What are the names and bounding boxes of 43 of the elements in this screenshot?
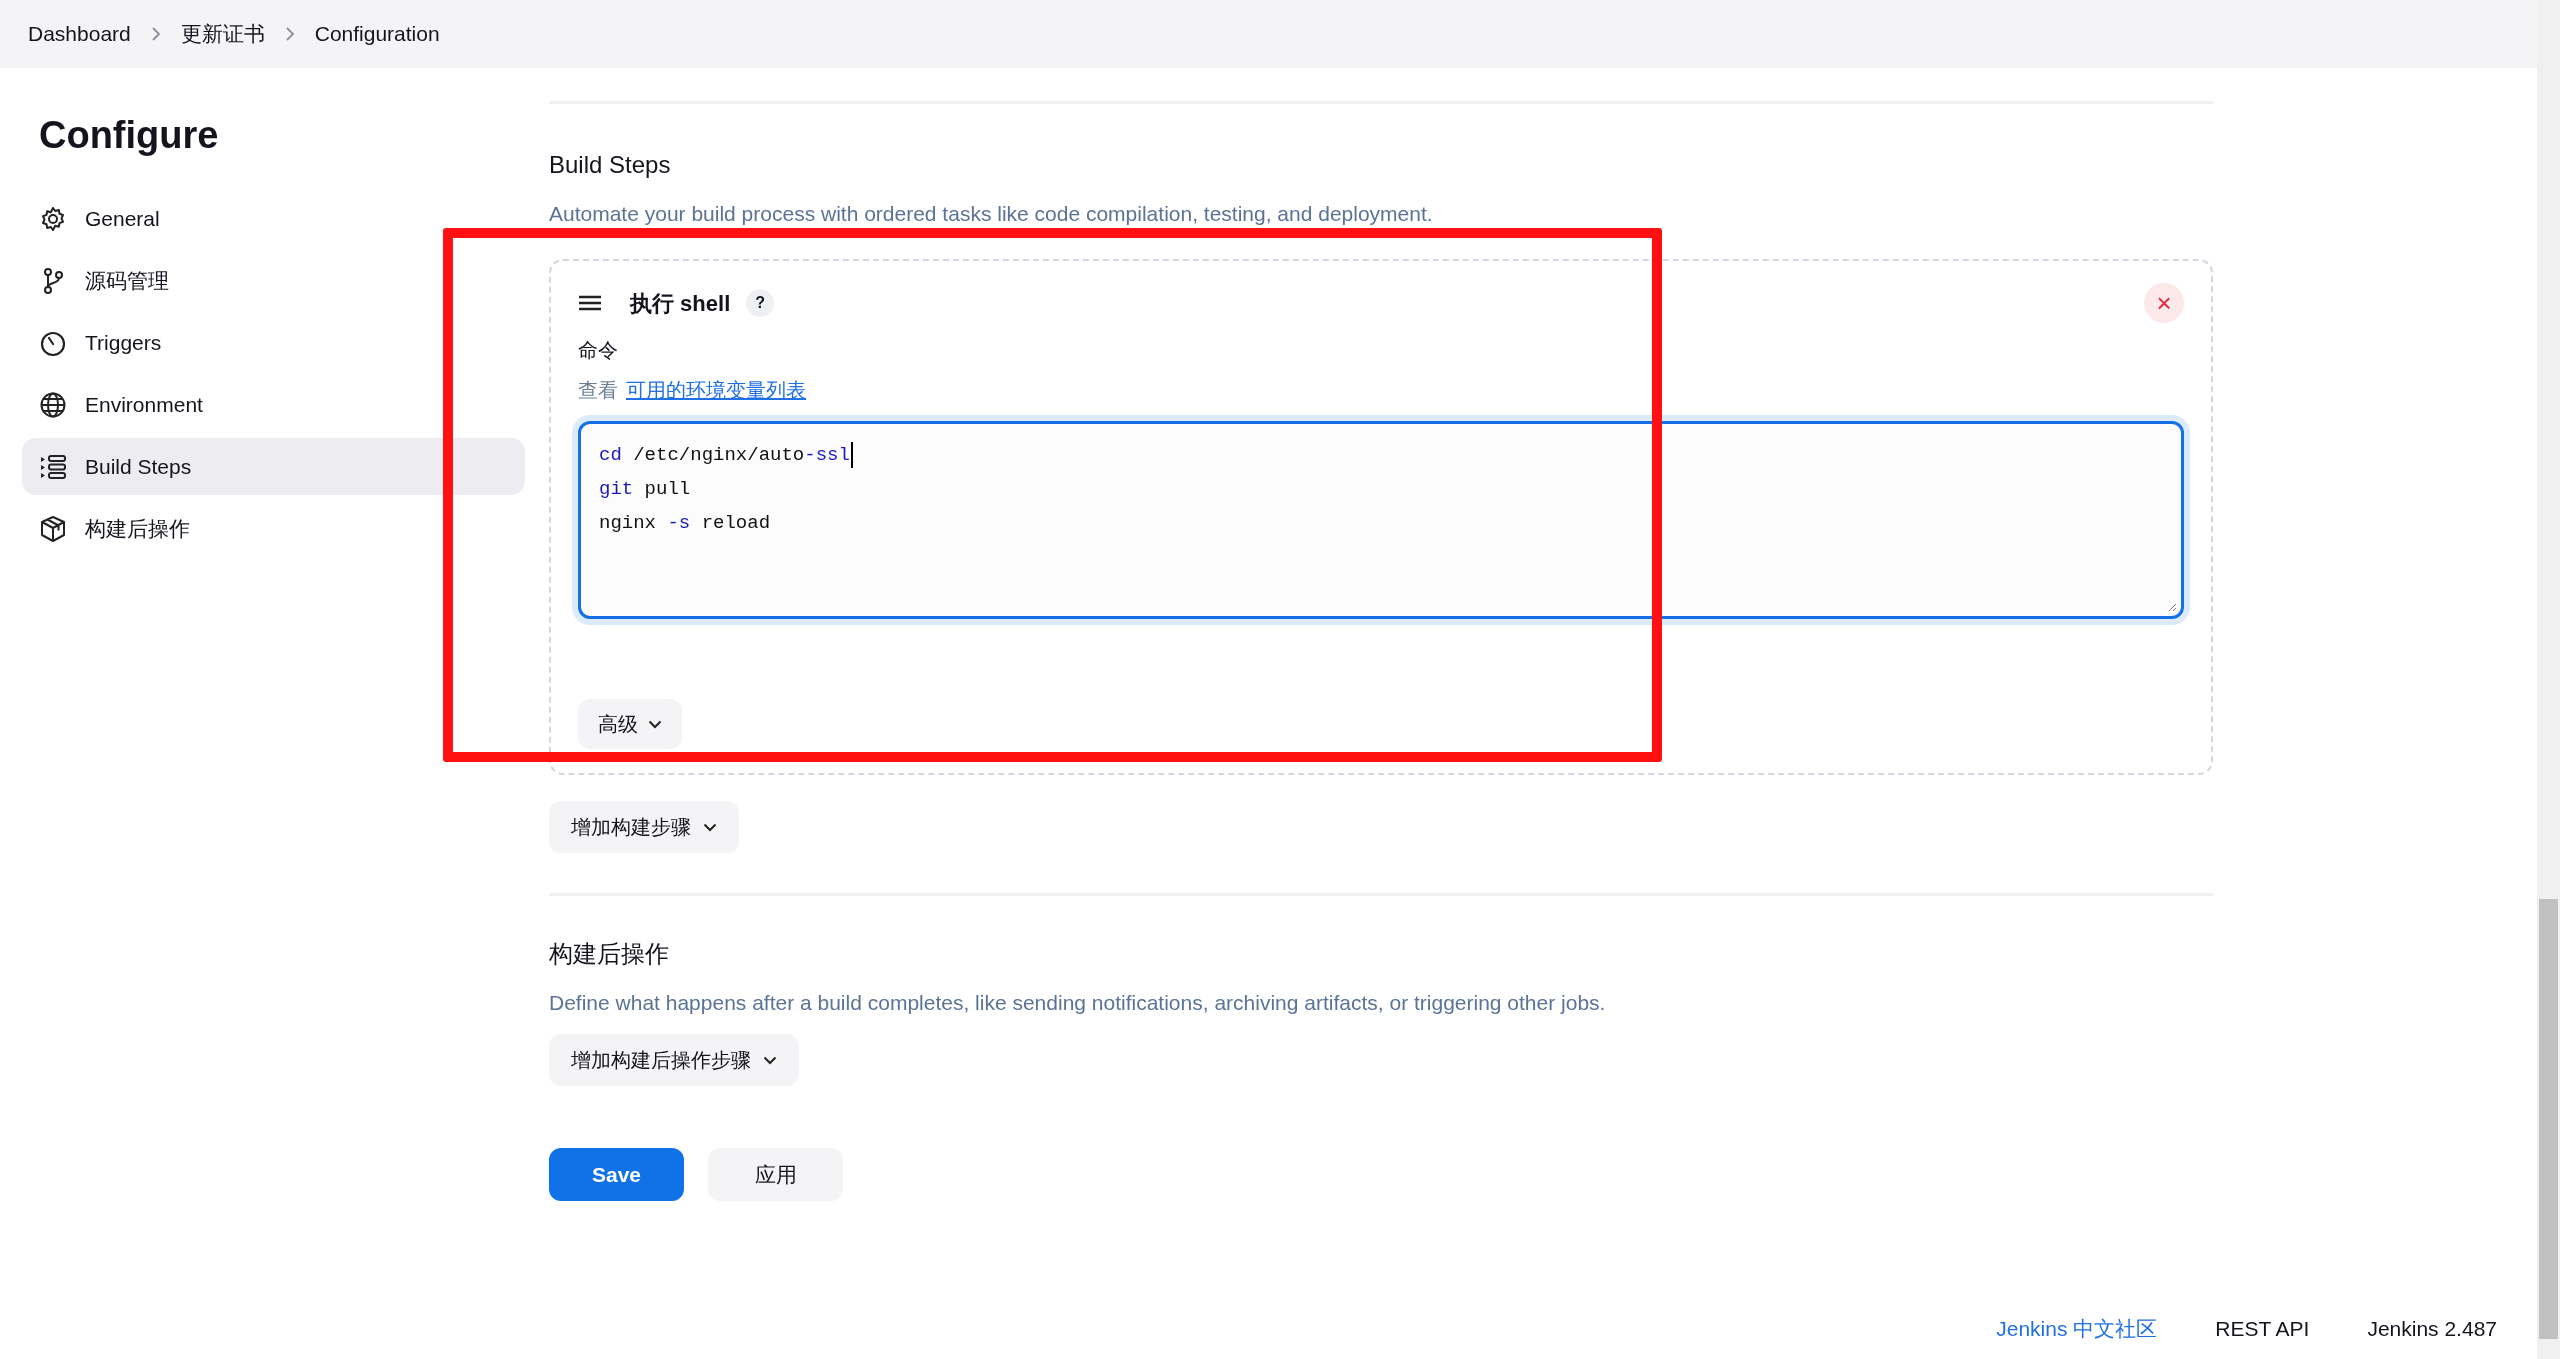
add-post-build-step-button[interactable]: 增加构建后操作步骤 (549, 1034, 799, 1086)
chevron-down-icon (703, 822, 717, 832)
env-vars-link[interactable]: 可用的环境变量列表 (626, 375, 806, 405)
step-title: 执行 shell (630, 289, 731, 318)
scrollbar[interactable] (2537, 0, 2560, 1359)
code-line: cd /etc/nginx/auto-ssl (599, 438, 2163, 472)
resize-handle-icon[interactable] (2167, 602, 2177, 612)
code-line: git pull (599, 477, 692, 502)
drag-handle-icon[interactable] (578, 295, 602, 311)
breadcrumb-link[interactable]: Configuration (314, 18, 440, 50)
add-build-step-button[interactable]: 增加构建步骤 (549, 801, 739, 853)
page-title: Configure (38, 113, 220, 158)
code-line: nginx -s reload (599, 511, 772, 536)
section-description: Automate your build process with ordered tasks like code compilation, testing, and deployment. (549, 201, 1434, 227)
chevron-down-icon (763, 1055, 777, 1065)
sidebar-item[interactable]: 源码管理 (22, 252, 525, 309)
gear-icon (39, 204, 67, 233)
close-button[interactable]: × (2144, 283, 2184, 323)
breadcrumb-link[interactable]: Dashboard (28, 18, 131, 50)
sidebar-item[interactable]: General (22, 190, 525, 247)
sidebar-item[interactable]: Triggers (22, 314, 525, 371)
breadcrumb-link[interactable]: 更新证书 (180, 18, 265, 50)
footer-text[interactable]: Jenkins 2.487 (2367, 1313, 2497, 1345)
hint-text: 查看 (578, 378, 618, 403)
sidebar-item[interactable]: Environment (22, 376, 525, 433)
footer-link[interactable]: Jenkins 中文社区 (1996, 1313, 2158, 1345)
footer-text[interactable]: REST API (2215, 1313, 2310, 1345)
globe-icon (39, 390, 67, 419)
chevron-right-icon (150, 26, 161, 42)
help-button[interactable]: ? (746, 289, 775, 317)
section-heading: 构建后操作 (549, 939, 670, 969)
package-icon (39, 514, 67, 543)
chevron-right-icon (284, 26, 295, 42)
save-button[interactable]: Save (549, 1148, 684, 1201)
chevron-down-icon (648, 719, 662, 729)
apply-button[interactable]: 应用 (708, 1148, 843, 1201)
advanced-button[interactable]: 高级 (578, 699, 682, 749)
section-heading: Build Steps (549, 150, 672, 180)
field-label: 命令 (578, 338, 619, 363)
section-description: Define what happens after a build completes, like sending notifications, archiving artifacts, or triggering other jobs. (549, 990, 1607, 1016)
list-icon (39, 452, 67, 481)
sidebar-item[interactable]: 构建后操作 (22, 500, 525, 557)
sidebar-item[interactable]: Build Steps (22, 438, 525, 495)
